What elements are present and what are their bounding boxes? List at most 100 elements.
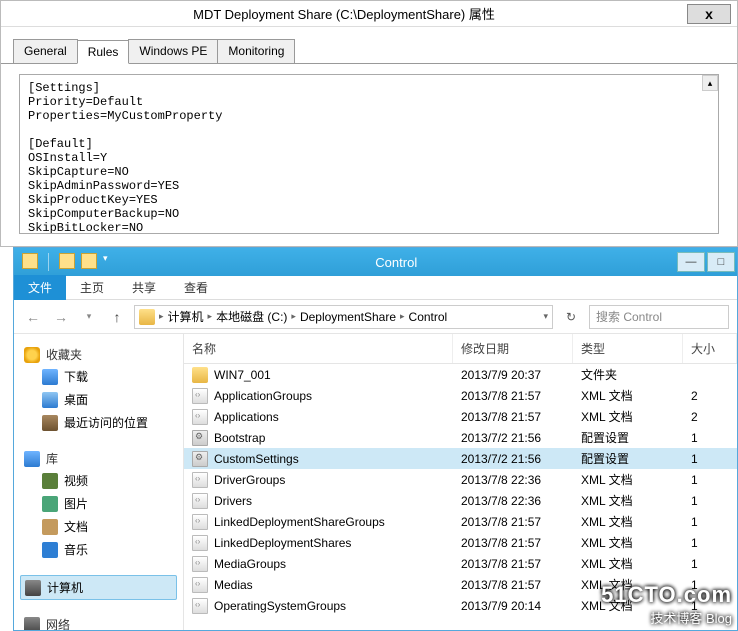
column-date[interactable]: 修改日期 [453,334,573,363]
file-row[interactable]: MediaGroups2013/7/8 21:57XML 文档1 [184,553,737,574]
ribbon: 文件 主页 共享 查看 [14,276,737,300]
sidebar-item-downloads[interactable]: 下载 [20,365,177,388]
breadcrumb-drive[interactable]: 本地磁盘 (C:) [216,308,287,325]
refresh-button[interactable]: ↻ [559,305,583,329]
sidebar-item-recent[interactable]: 最近访问的位置 [20,411,177,434]
xml-icon [192,556,208,572]
nav-history-dropdown[interactable]: ▾ [78,306,100,328]
file-row[interactable]: DriverGroups2013/7/8 22:36XML 文档1 [184,469,737,490]
ribbon-share-tab[interactable]: 共享 [118,275,170,300]
file-size: 1 [683,450,737,468]
file-type: XML 文档 [573,406,683,427]
minimize-button[interactable]: — [677,252,705,272]
breadcrumb-deploymentshare[interactable]: DeploymentShare [300,310,396,324]
file-date: 2013/7/2 21:56 [453,429,573,447]
explorer-titlebar: ▾ Control — □ [14,248,737,276]
file-size: 1 [683,576,737,594]
search-input[interactable]: 搜索 Control [589,305,729,329]
sidebar-item-music[interactable]: 音乐 [20,538,177,561]
file-row[interactable]: LinkedDeploymentShareGroups2013/7/8 21:5… [184,511,737,532]
qat-newfolder-icon[interactable] [81,253,97,269]
file-list: 名称 修改日期 类型 大小 WIN7_0012013/7/9 20:37文件夹A… [184,334,737,630]
maximize-button[interactable]: □ [707,252,735,272]
address-dropdown-icon[interactable]: ▾ [543,311,548,322]
dialog-close-button[interactable]: x [687,4,731,24]
file-type: XML 文档 [573,574,683,595]
file-row[interactable]: Medias2013/7/8 21:57XML 文档1 [184,574,737,595]
file-size: 1 [683,555,737,573]
address-folder-icon [139,309,155,325]
xml-icon [192,577,208,593]
nav-forward-button[interactable]: → [50,306,72,328]
qat-properties-icon[interactable] [59,253,75,269]
downloads-icon [42,369,58,385]
file-date: 2013/7/2 21:56 [453,450,573,468]
column-name[interactable]: 名称 [184,334,453,363]
sidebar-item-desktop[interactable]: 桌面 [20,388,177,411]
nav-back-button[interactable]: ← [22,306,44,328]
explorer-title: Control [116,255,677,270]
file-date: 2013/7/9 20:14 [453,597,573,615]
breadcrumb-computer[interactable]: 计算机 [168,308,204,325]
tab-general[interactable]: General [13,39,78,63]
qat: ▾ [14,253,116,271]
file-date: 2013/7/8 21:57 [453,555,573,573]
sidebar-favorites-header[interactable]: 收藏夹 [20,344,177,365]
scroll-up-button[interactable]: ▴ [702,75,718,91]
file-row[interactable]: LinkedDeploymentShares2013/7/8 21:57XML … [184,532,737,553]
explorer-body: 收藏夹 下载 桌面 最近访问的位置 库 视频 图片 文档 音乐 计算机 网络 名… [14,334,737,630]
tab-rules[interactable]: Rules [77,40,130,64]
file-type: XML 文档 [573,532,683,553]
mdt-properties-dialog: MDT Deployment Share (C:\DeploymentShare… [0,0,738,247]
file-name: ApplicationGroups [214,389,312,403]
file-row[interactable]: ApplicationGroups2013/7/8 21:57XML 文档2 [184,385,737,406]
folder-icon [22,253,38,269]
xml-icon [192,493,208,509]
file-row[interactable]: WIN7_0012013/7/9 20:37文件夹 [184,364,737,385]
file-type: 文件夹 [573,364,683,385]
sidebar-item-network[interactable]: 网络 [20,614,177,630]
file-row[interactable]: Applications2013/7/8 21:57XML 文档2 [184,406,737,427]
sidebar-item-pictures[interactable]: 图片 [20,492,177,515]
breadcrumb-control[interactable]: Control [409,310,448,324]
address-bar[interactable]: ▸ 计算机 ▸ 本地磁盘 (C:) ▸ DeploymentShare ▸ Co… [134,305,553,329]
breadcrumb-sep: ▸ [208,311,213,322]
column-size[interactable]: 大小 [683,334,737,363]
file-row[interactable]: OperatingSystemGroups2013/7/9 20:14XML 文… [184,595,737,616]
tab-monitoring[interactable]: Monitoring [217,39,295,63]
ribbon-home-tab[interactable]: 主页 [66,275,118,300]
qat-sep [48,253,49,271]
sidebar-item-computer[interactable]: 计算机 [20,575,177,600]
xml-icon [192,409,208,425]
sidebar-item-videos[interactable]: 视频 [20,469,177,492]
sidebar-item-documents[interactable]: 文档 [20,515,177,538]
file-type: XML 文档 [573,595,683,616]
dialog-titlebar: MDT Deployment Share (C:\DeploymentShare… [1,1,737,27]
file-row[interactable]: Bootstrap2013/7/2 21:56配置设置1 [184,427,737,448]
file-row[interactable]: CustomSettings2013/7/2 21:56配置设置1 [184,448,737,469]
star-icon [24,347,40,363]
tab-windows-pe[interactable]: Windows PE [128,39,218,63]
breadcrumb-sep: ▸ [291,311,296,322]
file-type: 配置设置 [573,427,683,448]
ribbon-file-tab[interactable]: 文件 [14,275,66,300]
music-icon [42,542,58,558]
nav-up-button[interactable]: ↑ [106,306,128,328]
pictures-icon [42,496,58,512]
sidebar-libraries-header[interactable]: 库 [20,448,177,469]
ribbon-view-tab[interactable]: 查看 [170,275,222,300]
qat-dropdown-icon[interactable]: ▾ [103,253,108,271]
desktop-icon [42,392,58,408]
recent-icon [42,415,58,431]
rules-textarea[interactable] [19,74,719,234]
file-row[interactable]: Drivers2013/7/8 22:36XML 文档1 [184,490,737,511]
xml-icon [192,514,208,530]
file-date: 2013/7/9 20:37 [453,366,573,384]
file-name: DriverGroups [214,473,285,487]
file-date: 2013/7/8 21:57 [453,408,573,426]
file-date: 2013/7/8 21:57 [453,513,573,531]
column-type[interactable]: 类型 [573,334,683,363]
file-name: CustomSettings [214,452,299,466]
xml-icon [192,388,208,404]
file-type: XML 文档 [573,553,683,574]
